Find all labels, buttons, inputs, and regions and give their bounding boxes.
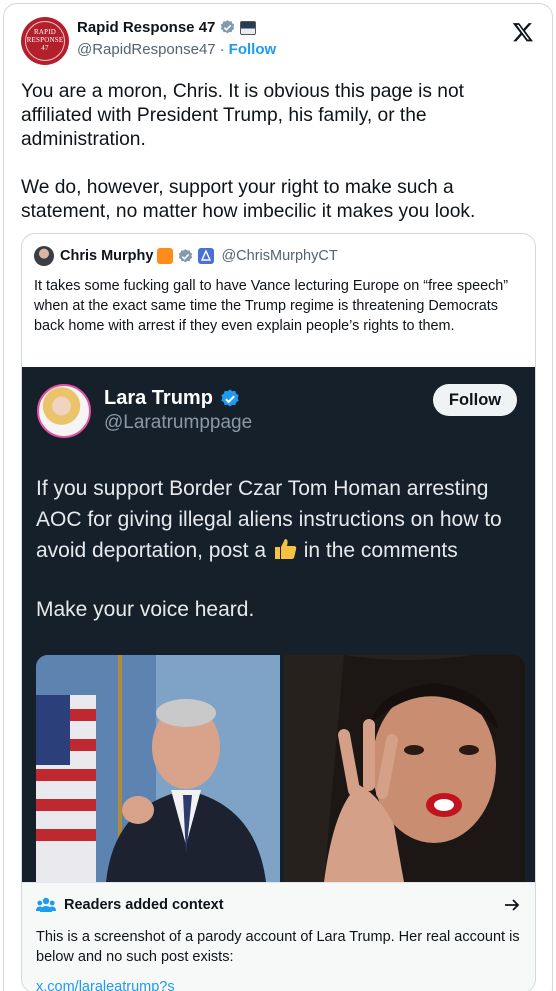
arrow-right-icon[interactable] [503,896,521,914]
verified-badge-icon [221,20,235,34]
display-name[interactable]: Rapid Response 47 [77,19,215,36]
photo-homan [36,655,280,882]
people-icon [36,897,56,912]
tweet-text: You are a moron, Chris. It is obvious th… [21,81,476,222]
quote-avatar[interactable] [34,246,54,266]
avatar-logo-text: RAPID RESPONSE 47 [26,28,64,52]
avatar[interactable]: RAPID RESPONSE 47 [21,17,69,65]
quote-header: Chris Murphy @ChrisMurphyCT [34,246,338,266]
quote-name[interactable]: Chris Murphy [60,248,153,264]
embedded-name-row: Lara Trump [104,387,241,410]
verified-badge-icon [221,388,239,407]
quote-handle[interactable]: @ChrisMurphyCT [221,248,337,264]
quoted-tweet[interactable]: Chris Murphy @ChrisMurphyCT It takes som… [21,233,536,991]
handle[interactable]: @RapidResponse47 [77,41,216,58]
quote-text: It takes some fucking gall to have Vance… [34,278,509,334]
embedded-name: Lara Trump [104,387,213,409]
community-note-header: Readers added context [36,896,224,914]
photo-homan-drawing [36,655,280,882]
affiliate-badge-icon [240,20,257,35]
orange-badge-icon [157,248,174,264]
community-note-title: Readers added context [64,897,224,913]
name-row: Rapid Response 47 [77,19,257,36]
follow-link[interactable]: Follow [229,41,277,58]
handle-row: @RapidResponse47 · Follow [77,41,276,58]
x-logo-icon[interactable] [511,21,535,43]
embedded-avatar [37,384,91,438]
photo-aoc-drawing [284,655,525,882]
tweet-header: RAPID RESPONSE 47 Rapid Response 47 @Rapid… [21,17,535,67]
embedded-text-part2: in the comments [303,539,458,562]
embedded-text: If you support Border Czar Tom Homan arr… [36,473,526,566]
quote-media-screenshot[interactable]: Lara Trump @Laratrumppage Follow If you … [22,367,535,882]
photo-aoc [284,655,525,882]
tweet-card: RAPID RESPONSE 47 Rapid Response 47 @Rapid… [3,3,553,991]
community-note-link[interactable]: x.com/laralеatrump?s [36,979,175,991]
community-note[interactable]: Readers added context This is a screensh… [22,882,535,991]
community-note-text: This is a screenshot of a parody account… [36,929,520,965]
senate-badge-icon [198,248,215,264]
verified-badge-icon [179,248,193,262]
embedded-handle: @Laratrumppage [104,412,253,433]
separator: · [219,41,225,58]
thumbs-up-icon [274,539,297,559]
embedded-text-2: Make your voice heard. [36,598,255,621]
embedded-follow-button: Follow [433,384,517,416]
